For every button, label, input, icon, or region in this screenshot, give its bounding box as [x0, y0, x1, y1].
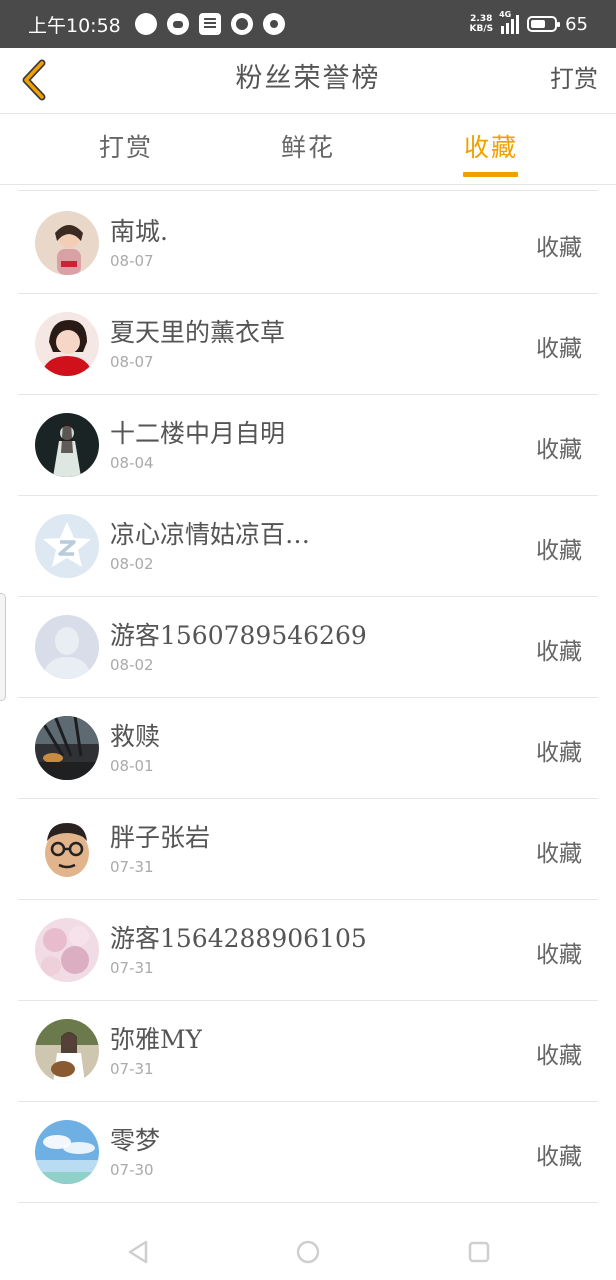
favorite-date: 07-31	[110, 959, 154, 977]
tab-bar: 打赏 鲜花 收藏	[0, 115, 616, 185]
tab-indicator	[463, 172, 518, 177]
circle-home-icon	[296, 1240, 320, 1264]
status-time: 上午10:58	[28, 14, 121, 37]
page-title: 粉丝荣誉榜	[235, 63, 381, 94]
wechat-icon	[166, 13, 189, 35]
girl-photo-avatar	[35, 211, 99, 275]
user-name: 凉心凉情姑凉百…	[110, 520, 311, 549]
favorite-label: 收藏	[536, 639, 582, 665]
favorite-date: 08-02	[110, 555, 154, 573]
user-name: 夏天里的薰衣草	[110, 318, 286, 347]
user-name: 南城.	[110, 217, 168, 246]
user-name: 弥雅MY	[110, 1025, 203, 1054]
favorite-date: 07-31	[110, 858, 154, 876]
tab-reward[interactable]: 打赏	[66, 115, 186, 185]
woman-red-avatar	[35, 312, 99, 376]
network-type: 4G	[499, 10, 512, 19]
user-name: 十二楼中月自明	[110, 419, 286, 448]
network-speed-value: 2.38	[470, 14, 493, 24]
favorite-label: 收藏	[536, 1144, 582, 1170]
system-nav-bar	[0, 1222, 616, 1280]
favorite-label: 收藏	[536, 336, 582, 362]
list-item[interactable]: 十二楼中月自明 08-04 收藏	[0, 394, 616, 496]
battery-level: 65	[565, 13, 588, 35]
list-item[interactable]: 游客1560789546269 08-02 收藏	[0, 596, 616, 698]
qq-star-avatar	[35, 514, 99, 578]
favorite-date: 07-30	[110, 1161, 154, 1179]
cartoon-man-avatar	[35, 817, 99, 881]
user-name: 游客1560789546269	[110, 621, 367, 650]
favorite-label: 收藏	[536, 437, 582, 463]
default-person-avatar	[35, 615, 99, 679]
list-item[interactable]: 游客1564288906105 07-31 收藏	[0, 899, 616, 1001]
signal-icon: 4G	[499, 10, 520, 34]
guitar-girl-avatar	[35, 1019, 99, 1083]
night-scene-avatar	[35, 716, 99, 780]
status-right: 2.38 KB/S 4G 65	[469, 0, 588, 48]
favorite-label: 收藏	[536, 1043, 582, 1069]
list-item[interactable]: 夏天里的薰衣草 08-07 收藏	[0, 293, 616, 395]
favorite-label: 收藏	[536, 942, 582, 968]
square-recent-icon	[468, 1241, 490, 1263]
list-item[interactable]: 胖子张岩 07-31 收藏	[0, 798, 616, 900]
favorite-date: 08-04	[110, 454, 154, 472]
triangle-back-icon	[128, 1240, 148, 1264]
tab-flowers[interactable]: 鲜花	[248, 115, 368, 185]
list-item[interactable]: 救赎 08-01 收藏	[0, 697, 616, 799]
side-drawer-handle[interactable]	[0, 593, 6, 701]
nav-home-button[interactable]	[294, 1238, 322, 1266]
nav-back-button[interactable]	[124, 1238, 152, 1266]
list-item[interactable]: 南城. 08-07 收藏	[0, 192, 616, 294]
user-name: 零梦	[110, 1126, 161, 1155]
favorite-date: 08-01	[110, 757, 154, 775]
pink-blossom-avatar	[35, 918, 99, 982]
nav-recent-button[interactable]	[465, 1238, 493, 1266]
user-name: 救赎	[110, 722, 161, 751]
dark-figure-avatar	[35, 413, 99, 477]
list-divider	[18, 1202, 598, 1203]
uc-icon	[262, 13, 285, 35]
qq-browser-icon	[230, 13, 253, 35]
user-name: 游客1564288906105	[110, 924, 367, 953]
status-left: 上午10:58	[28, 0, 285, 48]
user-name: 胖子张岩	[110, 823, 211, 852]
list-divider	[18, 190, 598, 191]
favorite-label: 收藏	[536, 235, 582, 261]
list-item[interactable]: 弥雅MY 07-31 收藏	[0, 1000, 616, 1102]
favorite-date: 08-02	[110, 656, 154, 674]
favorite-date: 08-07	[110, 353, 154, 371]
title-bar: 粉丝荣誉榜 打赏	[0, 48, 616, 114]
list-item[interactable]: 凉心凉情姑凉百… 08-02 收藏	[0, 495, 616, 597]
sky-sea-avatar	[35, 1120, 99, 1184]
favorite-date: 08-07	[110, 252, 154, 270]
favorite-label: 收藏	[536, 740, 582, 766]
bubble-icon	[134, 13, 157, 35]
favorite-label: 收藏	[536, 538, 582, 564]
reward-button[interactable]: 打赏	[550, 48, 598, 114]
network-speed-unit: KB/S	[469, 24, 494, 34]
favorite-date: 07-31	[110, 1060, 154, 1078]
list-item[interactable]: 零梦 07-30 收藏	[0, 1101, 616, 1203]
network-speed: 2.38 KB/S	[469, 14, 493, 34]
status-bar: 上午10:58 2.38 KB/S 4G 65	[0, 0, 616, 48]
list-icon	[198, 13, 221, 35]
favorite-label: 收藏	[536, 841, 582, 867]
battery-icon	[527, 16, 561, 32]
